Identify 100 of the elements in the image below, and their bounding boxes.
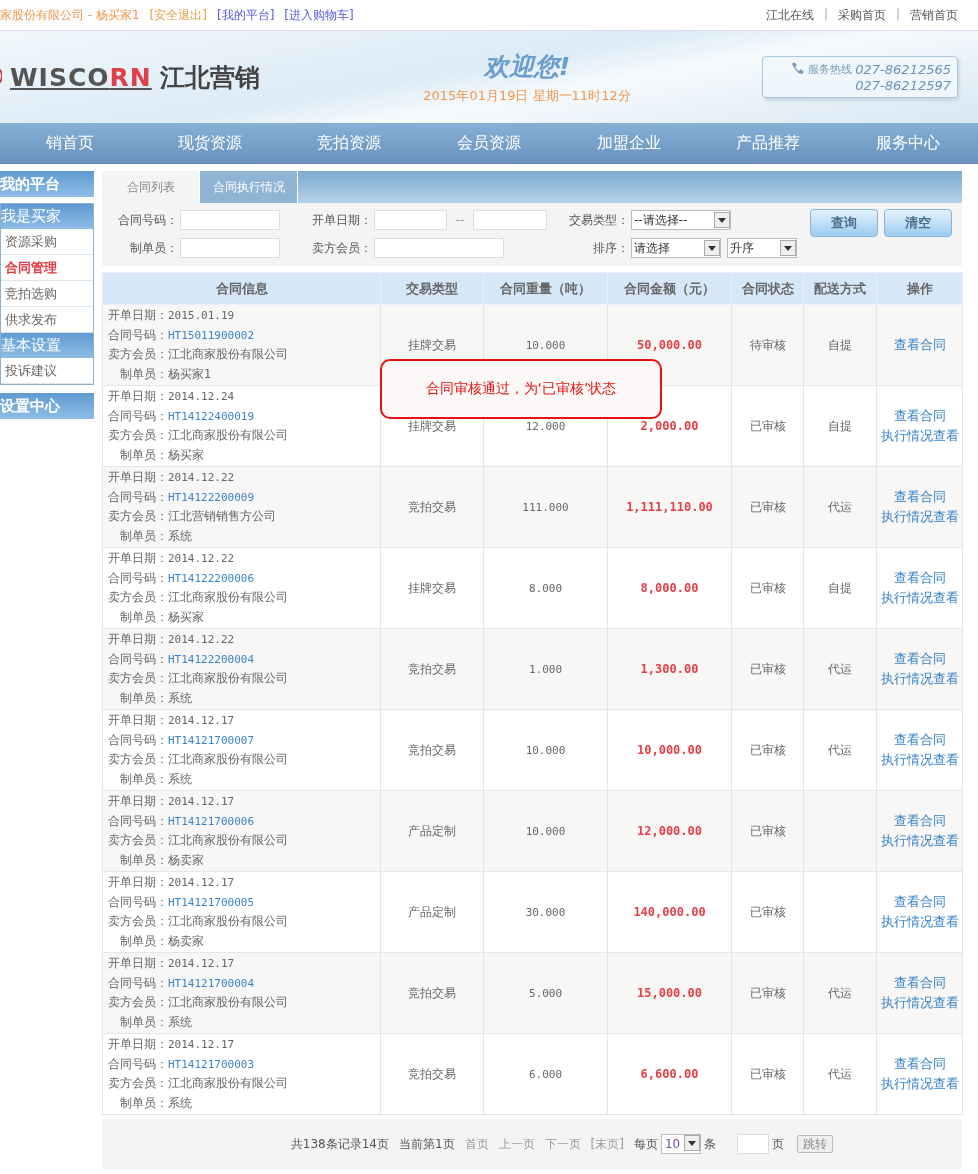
sidebar-section: 我是买家	[1, 204, 93, 229]
weight-value: 10.000	[525, 338, 566, 352]
trade-type: 挂牌交易	[408, 338, 456, 352]
field-label: 开单日期：	[311, 211, 373, 229]
action-link[interactable]: 查看合同	[877, 730, 962, 750]
weight-value: 10.000	[525, 743, 566, 757]
input-field[interactable]	[374, 210, 447, 230]
top-link[interactable]: [进入购物车]	[284, 6, 354, 24]
delivery-method: 代运	[828, 662, 852, 676]
info-line: 制单员：系统	[119, 1013, 193, 1031]
nav-link[interactable]: 产品推荐	[698, 123, 839, 163]
nav-link[interactable]: 销首页	[0, 123, 140, 163]
action-link[interactable]: 执行情况查看	[877, 588, 962, 608]
tab[interactable]: 合同列表	[102, 171, 200, 203]
per-page-unit: 条	[704, 1135, 717, 1153]
top-link[interactable]: [我的平台]	[216, 6, 275, 24]
action-link[interactable]: 查看合同	[877, 487, 962, 507]
info-line: 合同号码：HT14122200009	[108, 488, 256, 506]
nav-link[interactable]: 现货资源	[139, 123, 280, 163]
trade-type: 挂牌交易	[408, 419, 456, 433]
top-link[interactable]: [安全退出]	[149, 6, 207, 24]
action-link[interactable]: 执行情况查看	[877, 669, 962, 689]
delivery-method: 自提	[828, 419, 852, 433]
input-field[interactable]	[374, 238, 504, 258]
notification-toast: 合同审核通过，为‘已审核’状态	[380, 359, 662, 419]
status-text: 已审核	[749, 500, 786, 514]
info-line: 卖方会员：江北商家股份有限公司	[108, 346, 289, 363]
welcome-text: 欢迎您!	[482, 50, 572, 83]
action-link[interactable]: 查看合同	[877, 1054, 962, 1074]
page-link[interactable]: 首页	[464, 1135, 489, 1153]
input-field[interactable]	[180, 210, 280, 230]
info-line: 合同号码：HT14121700007	[108, 731, 256, 749]
jump-button[interactable]: 跳转	[797, 1135, 834, 1153]
input-field[interactable]	[180, 238, 280, 258]
amount-value: 15,000.00	[637, 986, 702, 1000]
amount-value: 10,000.00	[637, 743, 702, 757]
weight-value: 8.000	[528, 581, 563, 595]
action-link[interactable]: 查看合同	[877, 973, 962, 993]
column-header: 合同状态	[731, 272, 804, 305]
action-link[interactable]: 执行情况查看	[877, 831, 962, 851]
info-line: 卖方会员：江北商家股份有限公司	[108, 832, 289, 849]
delivery-method: 代运	[828, 1067, 852, 1081]
info-line: 制单员：杨买家1	[119, 365, 213, 383]
nav-link[interactable]: 会员资源	[419, 123, 559, 163]
nav-link[interactable]: 加盟企业	[558, 123, 699, 163]
info-line: 卖方会员：江北商家股份有限公司	[108, 427, 289, 444]
trade-type: 产品定制	[408, 905, 456, 919]
action-button[interactable]: 查询	[810, 209, 878, 237]
weight-value: 1.000	[528, 662, 563, 676]
select-field[interactable]: 升序	[727, 238, 797, 258]
action-link[interactable]: 执行情况查看	[877, 912, 962, 932]
top-link[interactable]: 采购首页	[837, 6, 886, 24]
status-text: 已审核	[749, 1067, 786, 1081]
action-link[interactable]: 查看合同	[877, 892, 962, 912]
select-field[interactable]: --请选择--	[631, 210, 731, 230]
status-text: 已审核	[749, 905, 786, 919]
info-line: 卖方会员：江北商家股份有限公司	[108, 589, 289, 606]
nav-link[interactable]: 竞拍资源	[279, 123, 420, 163]
status-text: 已审核	[749, 743, 786, 757]
delivery-method: 代运	[828, 986, 852, 1000]
action-link[interactable]: 查看合同	[877, 649, 962, 669]
page-link[interactable]: 下一页	[544, 1135, 581, 1153]
info-line: 合同号码：HT14121700006	[108, 812, 256, 830]
column-header: 配送方式	[803, 272, 877, 305]
action-button[interactable]: 清空	[884, 209, 952, 237]
sidebar-title: 设置中心	[0, 393, 94, 419]
nav-link[interactable]: 服务中心	[838, 123, 978, 163]
sidebar-section: 基本设置	[1, 333, 93, 358]
current-page: 当前第1页	[398, 1135, 455, 1153]
action-link[interactable]: 执行情况查看	[877, 507, 962, 527]
tab[interactable]: 合同执行情况	[200, 171, 298, 203]
per-page-select[interactable]: 10	[660, 1134, 702, 1154]
field-label: 交易类型：	[568, 211, 630, 229]
info-line: 开单日期：2014.12.17	[108, 793, 236, 810]
weight-value: 111.000	[522, 500, 569, 514]
action-link[interactable]: 执行情况查看	[877, 750, 962, 770]
info-line: 开单日期：2014.12.17	[108, 955, 236, 972]
weight-value: 6.000	[528, 1067, 563, 1081]
top-link[interactable]: 江北在线	[765, 6, 814, 24]
date-separator: --	[454, 213, 466, 227]
top-link[interactable]: 营销首页	[910, 6, 958, 24]
info-line: 卖方会员：江北营销销售方公司	[108, 508, 277, 525]
action-link[interactable]: 查看合同	[877, 406, 962, 426]
page-link[interactable]: 上一页	[498, 1135, 535, 1153]
weight-value: 5.000	[528, 986, 563, 1000]
sidebar-title: 我的平台	[0, 171, 94, 197]
action-link[interactable]: 查看合同	[877, 568, 962, 588]
delivery-method: 自提	[828, 338, 852, 352]
amount-value: 50,000.00	[637, 338, 702, 352]
field-label: 制单员：	[129, 239, 179, 257]
action-link[interactable]: 执行情况查看	[877, 1074, 962, 1094]
action-link[interactable]: 执行情况查看	[877, 993, 962, 1013]
select-field[interactable]: 请选择	[631, 238, 721, 258]
page-link[interactable]: [末页]	[590, 1135, 624, 1153]
input-field[interactable]	[473, 210, 547, 230]
hotline-number: 027-86212597	[855, 78, 951, 93]
action-link[interactable]: 执行情况查看	[877, 426, 962, 446]
action-link[interactable]: 查看合同	[877, 811, 962, 831]
trade-type: 竞拍交易	[408, 986, 456, 1000]
page-input[interactable]	[737, 1134, 770, 1154]
